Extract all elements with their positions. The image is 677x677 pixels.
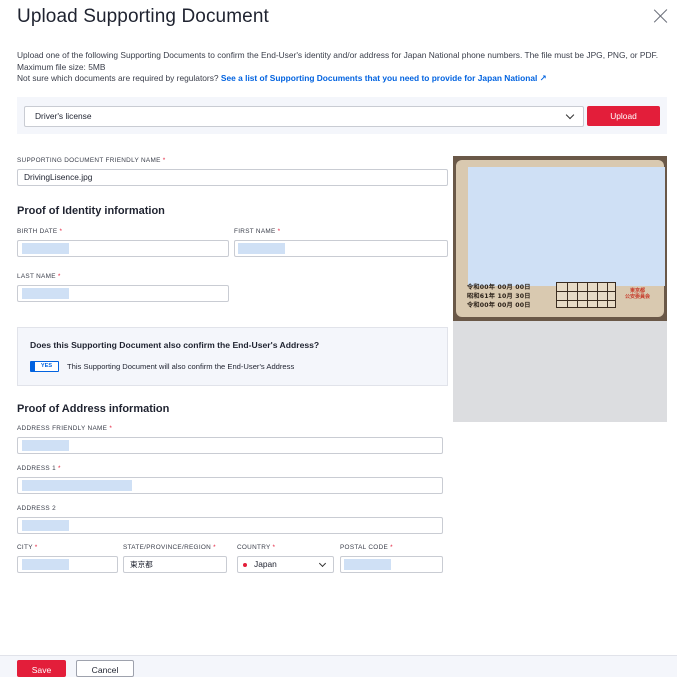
redacted-value (344, 559, 391, 570)
intro-prompt-line: Not sure which documents are required by… (17, 72, 547, 84)
save-button[interactable]: Save (17, 660, 66, 677)
redacted-value (22, 559, 69, 570)
license-date-row: 令和00年 00月 00日 (467, 302, 531, 309)
state-field[interactable]: 東京都 (123, 556, 227, 573)
address-confirmation-box: Does this Supporting Document also confi… (17, 327, 448, 386)
birth-date-label: BIRTH DATE * (17, 228, 63, 235)
state-label: STATE/PROVINCE/REGION * (123, 544, 216, 551)
redacted-value (238, 243, 285, 254)
address2-field[interactable] (17, 517, 443, 534)
japan-flag-icon (243, 563, 247, 567)
address-confirmation-text: This Supporting Document will also confi… (67, 362, 295, 371)
upload-button[interactable]: Upload (587, 106, 660, 126)
supporting-documents-link[interactable]: See a list of Supporting Documents that … (221, 73, 547, 83)
document-type-bar: Driver's license Upload (17, 97, 667, 134)
address-confirmation-toggle[interactable]: YES (30, 361, 59, 372)
redacted-value (22, 480, 132, 491)
postal-code-label: POSTAL CODE * (340, 544, 393, 551)
license-card-image: 令和00年 00月 00日 昭和61年 10月 30日 令和00年 00月 00… (453, 156, 667, 321)
redacted-value (22, 520, 69, 531)
last-name-label: LAST NAME * (17, 273, 61, 280)
modal-title: Upload Supporting Document (17, 6, 269, 27)
identity-heading: Proof of Identity information (17, 205, 165, 217)
intro-text: Upload one of the following Supporting D… (17, 50, 659, 72)
redacted-value (22, 288, 69, 299)
redacted-region (468, 167, 665, 286)
address-confirmation-question: Does this Supporting Document also confi… (30, 340, 320, 350)
country-value: Japan (254, 559, 277, 569)
document-type-select[interactable]: Driver's license (24, 106, 584, 127)
license-date-row: 昭和61年 10月 30日 (467, 293, 531, 300)
address-friendly-name-label: ADDRESS FRIENDLY NAME * (17, 425, 113, 432)
redacted-value (22, 243, 69, 254)
address-friendly-name-field[interactable] (17, 437, 443, 454)
intro-prompt: Not sure which documents are required by… (17, 73, 219, 83)
friendly-name-label: SUPPORTING DOCUMENT FRIENDLY NAME * (17, 157, 166, 164)
friendly-name-field[interactable]: DrivingLisence.jpg (17, 169, 448, 186)
address2-label: ADDRESS 2 (17, 505, 56, 512)
close-icon[interactable] (653, 8, 669, 24)
document-type-value: Driver's license (35, 111, 92, 121)
chevron-down-icon (565, 110, 575, 120)
license-date-row: 令和00年 00月 00日 (467, 284, 531, 291)
address1-label: ADDRESS 1 * (17, 465, 61, 472)
issuer-stamp-line: 公安委員会 (625, 294, 651, 300)
cancel-button[interactable]: Cancel (76, 660, 134, 677)
city-label: CITY * (17, 544, 38, 551)
first-name-label: FIRST NAME * (234, 228, 281, 235)
country-label: COUNTRY * (237, 544, 276, 551)
issuer-stamp: 東京都 公安委員会 (625, 288, 650, 300)
address-heading: Proof of Address information (17, 403, 170, 415)
redacted-value (22, 440, 69, 451)
license-category-grid (556, 282, 616, 308)
